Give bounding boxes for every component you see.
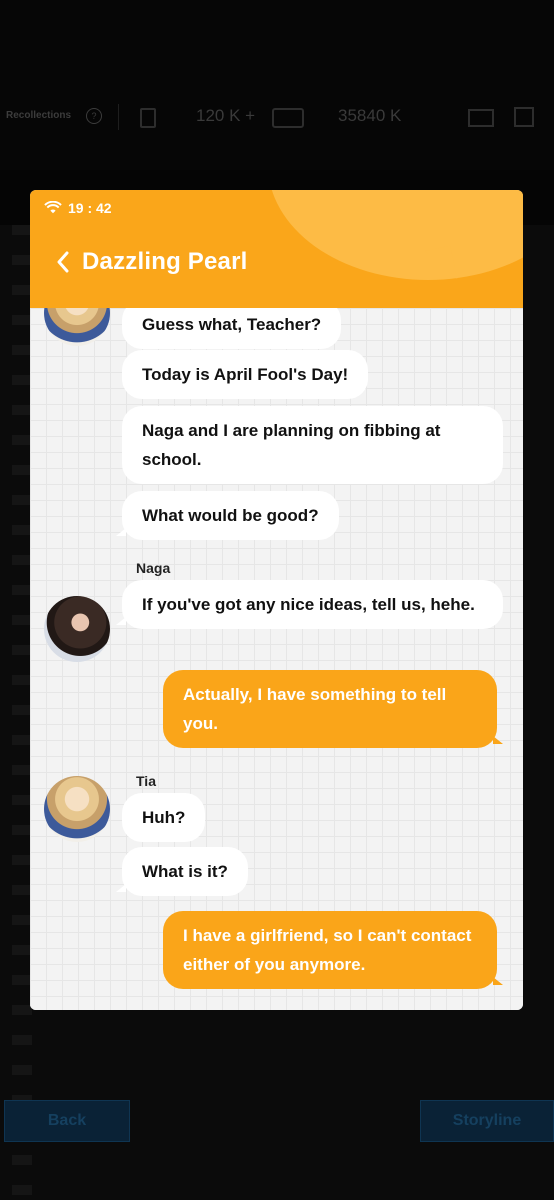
message-bubble: If you've got any nice ideas, tell us, h… [116,580,503,629]
message-text: Actually, I have something to tell you. [183,685,447,733]
sender-name: Naga [136,560,171,576]
message-bubble: Guess what, Teacher? [122,308,342,349]
bubble-tail [116,617,126,625]
status-time: 19 : 42 [68,200,112,216]
chat-phone: 19 : 42 Dazzling Pearl Guess what, Teach… [30,190,523,1010]
resource-1-value: 120 K + [196,106,256,125]
back-chevron-icon[interactable] [54,249,72,275]
message-text: Guess what, Teacher? [142,315,322,334]
film-perforation [12,225,32,1200]
message-bubble: Naga and I are planning on fibbing at sc… [122,406,503,484]
message-bubble: What would be good? [116,491,339,540]
player-message-bubble: Actually, I have something to tell you. [163,670,503,748]
credit-icon [272,108,304,128]
background-top-bar: Recollections ? 120 K + 35840 K [0,0,554,170]
message-text: What is it? [142,862,228,881]
mail-icon [468,109,494,127]
grid-menu-icon [514,107,534,127]
message-text: I have a girlfriend, so I can't contact … [183,926,472,974]
wifi-icon [44,201,62,214]
naga-avatar [44,596,110,662]
bubble-tail [493,736,503,744]
chat-header: 19 : 42 Dazzling Pearl [30,190,523,308]
tia-avatar [44,776,110,842]
message-text: Today is April Fool's Day! [142,365,349,384]
bubble-tail [493,977,503,985]
chat-title: Dazzling Pearl [82,248,248,275]
message-bubble: What is it? [116,847,248,896]
status-bar: 19 : 42 [44,200,112,216]
storyline-button: Storyline [420,1100,554,1142]
message-text: Huh? [142,808,186,827]
back-button: Back [4,1100,130,1142]
message-text: What would be good? [142,506,319,525]
sender-name: Tia [136,773,156,789]
info-icon: ? [86,108,102,124]
resource-2-value: 35840 K [338,106,402,125]
message-bubble: Huh? [122,793,206,842]
header-decoration [268,190,523,280]
title-row: Dazzling Pearl [54,248,248,276]
bubble-tail [116,884,126,892]
player-message-bubble: I have a girlfriend, so I can't contact … [163,911,503,989]
message-list: Guess what, Teacher? Today is April Fool… [30,308,523,1010]
message-bubble: Today is April Fool's Day! [122,350,369,399]
tia-avatar [44,308,110,346]
resource-icon [140,108,156,128]
message-text: If you've got any nice ideas, tell us, h… [142,595,475,614]
recollections-label: Recollections [6,110,72,121]
divider [118,104,119,130]
resource-bar: Recollections ? 120 K + 35840 K [0,96,554,140]
chat-area[interactable]: Guess what, Teacher? Today is April Fool… [30,308,523,1010]
message-text: Naga and I are planning on fibbing at sc… [142,421,441,469]
bubble-tail [116,528,126,536]
